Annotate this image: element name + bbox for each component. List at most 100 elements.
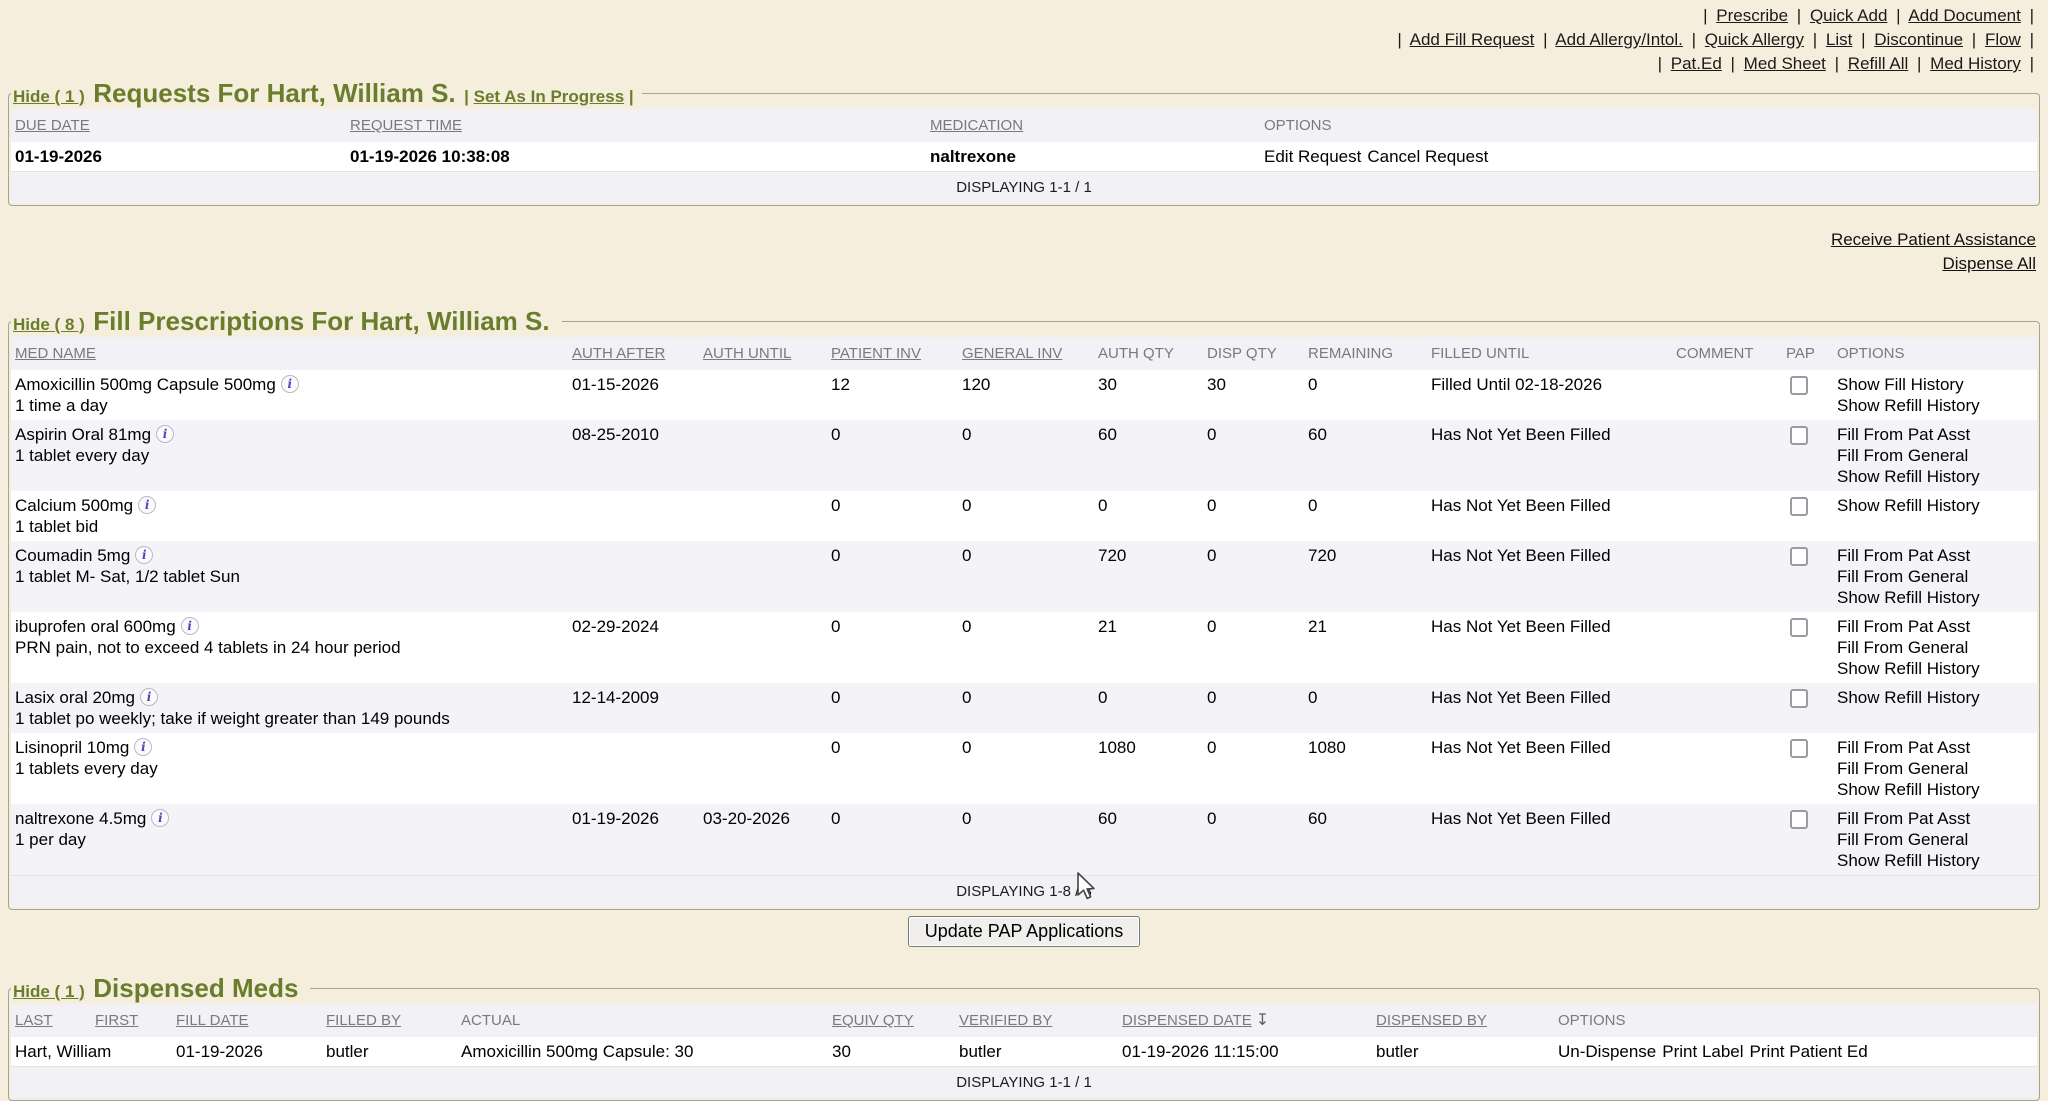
auth-qty: 720 bbox=[1094, 541, 1203, 612]
nav-add-allergy-intol[interactable]: Add Allergy/Intol. bbox=[1555, 30, 1683, 49]
nav-add-document[interactable]: Add Document bbox=[1908, 6, 2020, 25]
receive-patient-assistance-link[interactable]: Receive Patient Assistance bbox=[0, 228, 2036, 252]
show-refill-history-link[interactable]: Show Refill History bbox=[1837, 779, 2033, 800]
requests-header-medication[interactable]: MEDICATION bbox=[930, 117, 1023, 134]
nav-quick-allergy[interactable]: Quick Allergy bbox=[1705, 30, 1804, 49]
fill-from-pat-asst-link[interactable]: Fill From Pat Asst bbox=[1837, 545, 2033, 566]
fill-from-general-link[interactable]: Fill From General bbox=[1837, 445, 2033, 466]
un-dispense-link[interactable]: Un-Dispense bbox=[1558, 1042, 1656, 1061]
show-refill-history-link[interactable]: Show Refill History bbox=[1837, 658, 2033, 679]
pap-checkbox[interactable] bbox=[1790, 739, 1808, 758]
info-icon[interactable]: i bbox=[140, 688, 158, 706]
nav-med-history[interactable]: Med History bbox=[1930, 54, 2021, 73]
dispensed-header-dispensed-date[interactable]: DISPENSED DATE bbox=[1122, 1012, 1252, 1029]
pap-checkbox[interactable] bbox=[1790, 810, 1808, 829]
dispensed-header-filled-by[interactable]: FILLED BY bbox=[326, 1012, 401, 1029]
fill-header-med-name[interactable]: MED NAME bbox=[15, 345, 96, 362]
dispense-all-link[interactable]: Dispense All bbox=[0, 252, 2036, 276]
dispensed-header-equiv-qty[interactable]: EQUIV QTY bbox=[832, 1012, 914, 1029]
general-inv: 0 bbox=[958, 733, 1094, 804]
cancel-request-link[interactable]: Cancel Request bbox=[1367, 147, 1488, 166]
fill-from-pat-asst-link[interactable]: Fill From Pat Asst bbox=[1837, 737, 2033, 758]
fill-hide-link[interactable]: Hide ( 8 ) bbox=[13, 315, 85, 334]
dispensed-section-title: Dispensed Meds bbox=[89, 973, 302, 1003]
fill-header-auth-until[interactable]: AUTH UNTIL bbox=[703, 345, 791, 362]
print-patient-ed-link[interactable]: Print Patient Ed bbox=[1750, 1042, 1868, 1061]
nav-flow[interactable]: Flow bbox=[1985, 30, 2021, 49]
dispensed-header-fill-date[interactable]: FILL DATE bbox=[176, 1012, 249, 1029]
filled-until: Has Not Yet Been Filled bbox=[1427, 420, 1672, 491]
nav-refill-all[interactable]: Refill All bbox=[1848, 54, 1908, 73]
filled-until: Has Not Yet Been Filled bbox=[1427, 612, 1672, 683]
pap-checkbox[interactable] bbox=[1790, 689, 1808, 708]
update-pap-applications-button[interactable]: Update PAP Applications bbox=[908, 916, 1140, 947]
nav-med-sheet[interactable]: Med Sheet bbox=[1744, 54, 1826, 73]
requests-header-request-time[interactable]: REQUEST TIME bbox=[350, 117, 462, 134]
info-icon[interactable]: i bbox=[181, 617, 199, 635]
pap-checkbox[interactable] bbox=[1790, 497, 1808, 516]
separator: | bbox=[1688, 30, 1700, 49]
nav-prescribe[interactable]: Prescribe bbox=[1716, 6, 1788, 25]
requests-table: DUE DATE REQUEST TIME MEDICATION OPTIONS… bbox=[11, 109, 2037, 203]
nav-quick-add[interactable]: Quick Add bbox=[1810, 6, 1888, 25]
requests-header-due-date[interactable]: DUE DATE bbox=[15, 117, 90, 134]
fill-from-pat-asst-link[interactable]: Fill From Pat Asst bbox=[1837, 424, 2033, 445]
fill-from-general-link[interactable]: Fill From General bbox=[1837, 758, 2033, 779]
requests-hide-link[interactable]: Hide ( 1 ) bbox=[13, 87, 85, 106]
auth-qty: 30 bbox=[1094, 370, 1203, 420]
fill-header-patient-inv[interactable]: PATIENT INV bbox=[831, 345, 921, 362]
fill-from-general-link[interactable]: Fill From General bbox=[1837, 566, 2033, 587]
info-icon[interactable]: i bbox=[134, 738, 152, 756]
print-label-link[interactable]: Print Label bbox=[1662, 1042, 1743, 1061]
remaining: 0 bbox=[1304, 370, 1427, 420]
info-icon[interactable]: i bbox=[135, 546, 153, 564]
show-refill-history-link[interactable]: Show Refill History bbox=[1837, 495, 2033, 516]
dispensed-header-options: OPTIONS bbox=[1558, 1012, 1626, 1029]
fill-row-amoxicillin: Amoxicillin 500mg Capsule 500mgi 1 time … bbox=[11, 370, 2037, 420]
fill-header-row: MED NAME AUTH AFTER AUTH UNTIL PATIENT I… bbox=[11, 337, 2037, 370]
info-icon[interactable]: i bbox=[138, 496, 156, 514]
dispensed-first bbox=[91, 1037, 172, 1067]
nav-discontinue[interactable]: Discontinue bbox=[1874, 30, 1963, 49]
fill-from-general-link[interactable]: Fill From General bbox=[1837, 637, 2033, 658]
info-icon[interactable]: i bbox=[156, 425, 174, 443]
dispensed-header-dispensed-by[interactable]: DISPENSED BY bbox=[1376, 1012, 1487, 1029]
disp-qty: 30 bbox=[1203, 370, 1304, 420]
fill-header-general-inv[interactable]: GENERAL INV bbox=[962, 345, 1062, 362]
fill-from-general-link[interactable]: Fill From General bbox=[1837, 829, 2033, 850]
info-icon[interactable]: i bbox=[281, 375, 299, 393]
nav-pat-ed[interactable]: Pat.Ed bbox=[1671, 54, 1722, 73]
remaining: 60 bbox=[1304, 420, 1427, 491]
dispensed-header-first[interactable]: FIRST bbox=[95, 1012, 138, 1029]
nav-add-fill-request[interactable]: Add Fill Request bbox=[1410, 30, 1535, 49]
fill-header-auth-after[interactable]: AUTH AFTER bbox=[572, 345, 665, 362]
fill-from-pat-asst-link[interactable]: Fill From Pat Asst bbox=[1837, 616, 2033, 637]
dispensed-header-last[interactable]: LAST bbox=[15, 1012, 53, 1029]
info-icon[interactable]: i bbox=[151, 809, 169, 827]
nav-list[interactable]: List bbox=[1826, 30, 1852, 49]
filled-until: Has Not Yet Been Filled bbox=[1427, 491, 1672, 541]
auth-after bbox=[568, 541, 699, 612]
show-refill-history-link[interactable]: Show Refill History bbox=[1837, 687, 2033, 708]
auth-qty: 1080 bbox=[1094, 733, 1203, 804]
set-as-in-progress-link[interactable]: Set As In Progress bbox=[474, 87, 625, 106]
comment bbox=[1672, 804, 1782, 876]
pap-checkbox[interactable] bbox=[1790, 547, 1808, 566]
dispensed-hide-link[interactable]: Hide ( 1 ) bbox=[13, 982, 85, 1001]
patient-inv: 0 bbox=[827, 683, 958, 733]
pap-checkbox[interactable] bbox=[1790, 618, 1808, 637]
show-refill-history-link[interactable]: Show Refill History bbox=[1837, 850, 2033, 871]
show-refill-history-link[interactable]: Show Refill History bbox=[1837, 395, 2033, 416]
dispensed-header-verified-by[interactable]: VERIFIED BY bbox=[959, 1012, 1052, 1029]
comment bbox=[1672, 491, 1782, 541]
pap-checkbox[interactable] bbox=[1790, 376, 1808, 395]
show-fill-history-link[interactable]: Show Fill History bbox=[1837, 374, 2033, 395]
fill-row-lasix: Lasix oral 20mgi 1 tablet po weekly; tak… bbox=[11, 683, 2037, 733]
fill-from-pat-asst-link[interactable]: Fill From Pat Asst bbox=[1837, 808, 2033, 829]
edit-request-link[interactable]: Edit Request bbox=[1264, 147, 1361, 166]
show-refill-history-link[interactable]: Show Refill History bbox=[1837, 587, 2033, 608]
show-refill-history-link[interactable]: Show Refill History bbox=[1837, 466, 2033, 487]
pap-checkbox[interactable] bbox=[1790, 426, 1808, 445]
med-name: Lisinopril 10mg bbox=[15, 738, 129, 757]
auth-after: 02-29-2024 bbox=[568, 612, 699, 683]
